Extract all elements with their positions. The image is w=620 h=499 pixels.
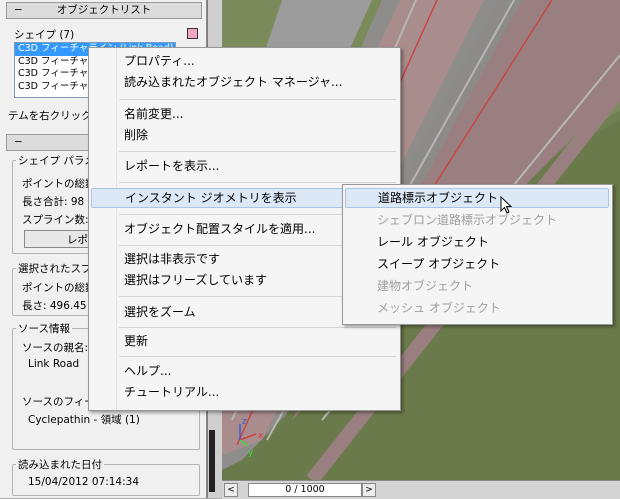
submenu-item-rail[interactable]: レール オブジェクト	[345, 232, 609, 252]
shapes-label: シェイプ (7)	[14, 29, 75, 41]
menu-item-object-manager[interactable]: 読み込まれたオブジェクト マネージャ...	[91, 72, 396, 92]
axis-z-label: z	[242, 417, 247, 427]
menu-item-properties[interactable]: プロパティ...	[91, 51, 396, 71]
submenu-item-building: 建物オブジェクト	[377, 279, 474, 293]
mouse-cursor-icon	[500, 196, 513, 214]
submenu-item-mesh: メッシュ オブジェクト	[377, 301, 501, 315]
menu-separator	[119, 356, 396, 357]
source-parent-label: ソースの親名:	[22, 342, 89, 354]
loaded-date-value: 15/04/2012 07:14:34	[28, 476, 140, 488]
menu-item-show-report[interactable]: レポートを表示...	[91, 156, 396, 176]
length-total-label: 長さ合計: 98	[22, 196, 85, 208]
source-parent-value: Link Road	[28, 358, 80, 370]
selected-spline-label: 選択されたスプ	[16, 261, 94, 276]
menu-separator	[119, 151, 396, 152]
source-info-label: ソース情報	[16, 321, 72, 336]
axis-y-label: y	[248, 448, 254, 458]
source-feature-value: Cyclepathin - 領域 (1)	[28, 414, 140, 426]
menu-item-delete[interactable]: 削除	[91, 125, 396, 145]
submenu-item-sweep[interactable]: スイープ オブジェクト	[345, 254, 609, 274]
menu-item-rename[interactable]: 名前変更...	[91, 104, 396, 124]
loaded-date-label: 読み込まれた日付	[16, 457, 104, 472]
object-list-rollout-header[interactable]: − オブジェクトリスト	[6, 2, 202, 19]
menu-separator	[119, 182, 396, 183]
selected-length-label: 長さ: 496.45	[22, 300, 87, 312]
menu-separator	[119, 327, 396, 328]
prev-frame-button[interactable]: <	[224, 483, 238, 497]
point-total-label-2: ポイントの総数	[22, 282, 96, 294]
object-list-title: オブジェクトリスト	[56, 4, 152, 16]
submenu-item-road-marking[interactable]: 道路標示オブジェクト	[345, 188, 609, 208]
menu-item-tutorial[interactable]: チュートリアル...	[91, 382, 396, 402]
shape-params-label: シェイプ パラメ	[16, 153, 97, 168]
frame-counter[interactable]: 0 / 1000	[248, 483, 362, 497]
menu-item-instant-geometry-label: インスタント ジオメトリを表示	[125, 191, 297, 205]
point-total-label: ポイントの総数	[22, 178, 96, 190]
menu-separator	[119, 99, 396, 100]
source-feature-label: ソースのフィー	[22, 396, 95, 408]
time-slider[interactable]: < 0 / 1000 >	[222, 480, 620, 499]
submenu-item-chevron-marking: シェブロン道路標示オブジェクト	[377, 213, 558, 227]
menu-item-help[interactable]: ヘルプ...	[91, 361, 396, 381]
color-swatch[interactable]	[187, 28, 198, 39]
next-frame-button[interactable]: >	[362, 483, 376, 497]
menu-item-refresh[interactable]: 更新	[91, 331, 396, 351]
instant-geometry-submenu: 道路標示オブジェクト シェブロン道路標示オブジェクト レール オブジェクト スイ…	[342, 184, 613, 325]
axis-x-label: x	[258, 431, 264, 441]
spline-count-label: スプライン数:	[22, 214, 89, 226]
panel-scrollbar-thumb[interactable]	[209, 430, 215, 492]
